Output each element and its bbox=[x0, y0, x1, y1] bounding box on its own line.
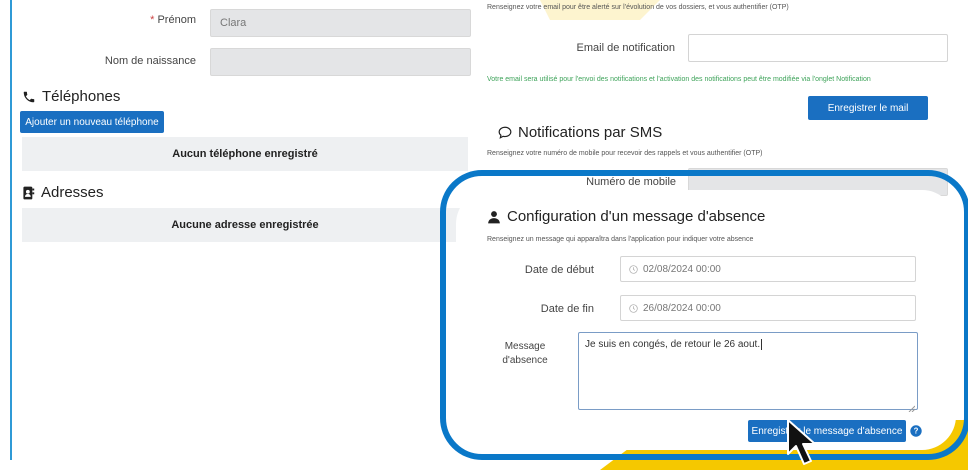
left-accent-border bbox=[10, 0, 12, 460]
message-absence-label: Message d'absence bbox=[502, 341, 548, 366]
email-note-text: Votre email sera utilisé pour l'envoi de… bbox=[487, 76, 871, 83]
chat-bubble-icon bbox=[498, 126, 512, 139]
absence-message-textarea[interactable]: Je suis en congés, de retour le 26 aout. bbox=[578, 332, 918, 410]
question-circle-icon[interactable]: ? bbox=[910, 424, 922, 437]
user-icon bbox=[487, 210, 501, 224]
nom-naissance-input[interactable] bbox=[210, 48, 471, 76]
prenom-label: * Prénom bbox=[150, 14, 196, 26]
text-caret bbox=[761, 339, 763, 350]
no-phone-message: Aucun téléphone enregistré bbox=[22, 137, 468, 171]
prenom-value: Clara bbox=[220, 17, 247, 29]
email-help-text: Renseignez votre email pour être alerté … bbox=[487, 4, 789, 11]
mouse-pointer-icon bbox=[774, 418, 834, 470]
email-notification-label: Email de notification bbox=[576, 42, 675, 54]
date-fin-input[interactable]: 26/08/2024 00:00 bbox=[620, 295, 916, 321]
email-notification-input[interactable] bbox=[688, 34, 948, 62]
clock-icon bbox=[629, 264, 638, 274]
date-fin-label: Date de fin bbox=[540, 303, 594, 315]
date-debut-input[interactable]: 02/08/2024 00:00 bbox=[620, 256, 916, 282]
svg-text:?: ? bbox=[914, 427, 919, 436]
clock-icon bbox=[629, 303, 638, 313]
adresses-heading: Adresses bbox=[22, 184, 104, 201]
nom-naissance-label: Nom de naissance bbox=[104, 55, 196, 67]
absence-help-text: Renseignez un message qui apparaîtra dan… bbox=[487, 236, 754, 243]
textarea-resize-handle[interactable] bbox=[907, 399, 916, 413]
add-phone-button[interactable]: Ajouter un nouveau téléphone bbox=[20, 111, 164, 133]
date-debut-label: Date de début bbox=[524, 264, 594, 276]
sms-heading: Notifications par SMS bbox=[498, 124, 662, 141]
save-email-button[interactable]: Enregistrer le mail bbox=[808, 96, 928, 120]
sms-help-text: Renseignez votre numéro de mobile pour r… bbox=[487, 150, 763, 157]
absence-heading: Configuration d'un message d'absence bbox=[487, 208, 765, 225]
address-book-icon bbox=[22, 186, 35, 200]
phone-icon bbox=[22, 90, 36, 104]
telephones-heading: Téléphones bbox=[22, 88, 120, 105]
no-address-message: Aucune adresse enregistrée bbox=[22, 208, 468, 242]
prenom-input[interactable]: Clara bbox=[210, 9, 471, 37]
